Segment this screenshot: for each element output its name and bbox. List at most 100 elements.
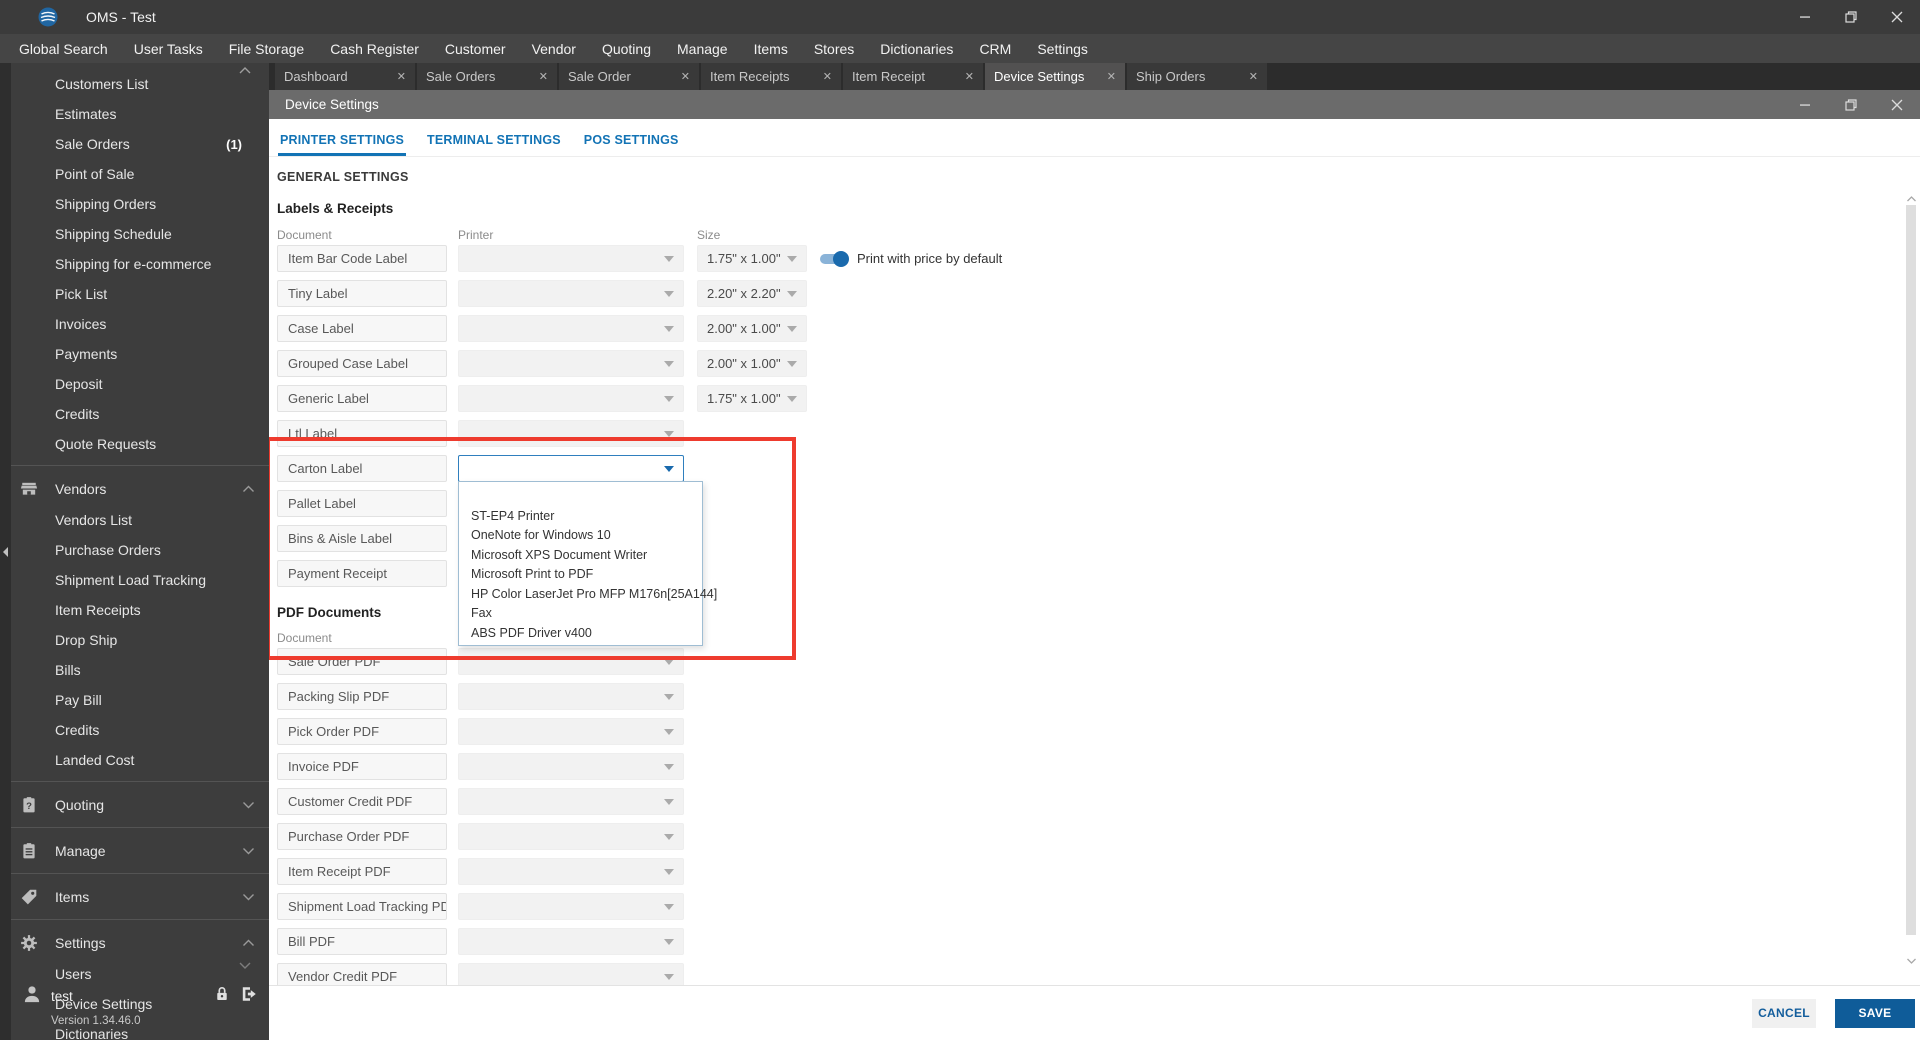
restore-icon[interactable]: [1828, 0, 1874, 34]
printer-dropdown[interactable]: [458, 788, 684, 815]
document-tab[interactable]: Item Receipt: [843, 63, 983, 90]
menu-item[interactable]: Global Search: [6, 34, 121, 63]
save-button[interactable]: SAVE: [1835, 998, 1915, 1028]
tab-close-icon[interactable]: [1249, 70, 1258, 83]
menu-item[interactable]: User Tasks: [121, 34, 216, 63]
sidebar-item[interactable]: Credits: [11, 399, 269, 429]
sidebar-item[interactable]: Settings: [11, 927, 269, 959]
size-dropdown[interactable]: 2.00" x 1.00": [697, 350, 807, 377]
logout-icon[interactable]: [240, 985, 258, 1008]
settings-tab[interactable]: PRINTER SETTINGS: [278, 133, 407, 156]
sidebar-collapse-rail[interactable]: [0, 63, 11, 1040]
menu-item[interactable]: Dictionaries: [867, 34, 966, 63]
tab-close-icon[interactable]: [1107, 70, 1116, 83]
size-dropdown[interactable]: 2.00" x 1.00": [697, 315, 807, 342]
cancel-button[interactable]: CANCEL: [1752, 998, 1816, 1028]
printer-dropdown[interactable]: [458, 858, 684, 885]
sidebar-item[interactable]: Manage: [11, 835, 269, 867]
sidebar-item[interactable]: Sale Orders (1): [11, 129, 269, 159]
document-tab[interactable]: Ship Orders: [1127, 63, 1267, 90]
size-dropdown[interactable]: 1.75" x 1.00": [697, 245, 807, 272]
collapse-left-icon[interactable]: [1, 545, 9, 563]
sidebar-item[interactable]: Payments: [11, 339, 269, 369]
sidebar-item[interactable]: ? Quoting: [11, 789, 269, 821]
panel-minimize-icon[interactable]: [1782, 90, 1828, 119]
printer-dropdown[interactable]: [458, 928, 684, 955]
sidebar-item[interactable]: Items: [11, 881, 269, 913]
dropdown-option[interactable]: Microsoft Print to PDF: [459, 565, 702, 585]
menu-item[interactable]: Cash Register: [317, 34, 432, 63]
sidebar-item[interactable]: Pay Bill: [11, 685, 269, 715]
size-dropdown[interactable]: 2.20" x 2.20": [697, 280, 807, 307]
lock-icon[interactable]: [213, 985, 231, 1008]
dropdown-option[interactable]: ABS PDF Driver v400: [459, 624, 702, 644]
tab-close-icon[interactable]: [539, 70, 548, 83]
sidebar-item[interactable]: Vendors: [11, 473, 269, 505]
sidebar-item[interactable]: Quote Requests: [11, 429, 269, 459]
tab-close-icon[interactable]: [965, 70, 974, 83]
sidebar-scroll-down-icon[interactable]: [238, 961, 252, 970]
printer-dropdown[interactable]: [458, 718, 684, 745]
sidebar-item[interactable]: Bills: [11, 655, 269, 685]
sidebar-item[interactable]: Vendors List: [11, 505, 269, 535]
sidebar-item[interactable]: Drop Ship: [11, 625, 269, 655]
size-dropdown[interactable]: 1.75" x 1.00": [697, 385, 807, 412]
menu-item[interactable]: Customer: [432, 34, 519, 63]
printer-dropdown[interactable]: [458, 823, 684, 850]
tab-close-icon[interactable]: [681, 70, 690, 83]
printer-dropdown[interactable]: [458, 753, 684, 780]
scroll-down-icon[interactable]: [1906, 952, 1917, 970]
sidebar-item[interactable]: Shipping Orders: [11, 189, 269, 219]
menu-item[interactable]: File Storage: [216, 34, 317, 63]
tab-close-icon[interactable]: [397, 70, 406, 83]
document-tab[interactable]: Sale Order: [559, 63, 699, 90]
document-tab[interactable]: Device Settings: [985, 63, 1125, 90]
menu-item[interactable]: Manage: [664, 34, 741, 63]
dropdown-option[interactable]: ST-EP4 Printer: [459, 507, 702, 527]
printer-dropdown[interactable]: [458, 683, 684, 710]
document-tab[interactable]: Sale Orders: [417, 63, 557, 90]
printer-dropdown[interactable]: [458, 315, 684, 342]
menu-item[interactable]: CRM: [966, 34, 1024, 63]
sidebar-item[interactable]: Customers List: [11, 69, 269, 99]
panel-restore-icon[interactable]: [1828, 90, 1874, 119]
scrollbar-thumb[interactable]: [1906, 205, 1916, 935]
sidebar-item[interactable]: Item Receipts: [11, 595, 269, 625]
sidebar-item[interactable]: Shipping Schedule: [11, 219, 269, 249]
sidebar-item[interactable]: Pick List: [11, 279, 269, 309]
printer-dropdown[interactable]: [458, 455, 684, 482]
dropdown-option[interactable]: OneNote for Windows 10: [459, 526, 702, 546]
document-tab[interactable]: Dashboard: [275, 63, 415, 90]
printer-dropdown[interactable]: [458, 648, 684, 675]
settings-tab[interactable]: TERMINAL SETTINGS: [425, 133, 563, 156]
tab-close-icon[interactable]: [823, 70, 832, 83]
menu-item[interactable]: Settings: [1024, 34, 1101, 63]
dropdown-option[interactable]: HP Color LaserJet Pro MFP M176n[25A144]: [459, 585, 717, 605]
menu-item[interactable]: Vendor: [519, 34, 589, 63]
printer-dropdown[interactable]: [458, 245, 684, 272]
printer-dropdown[interactable]: [458, 385, 684, 412]
sidebar-item[interactable]: Landed Cost: [11, 745, 269, 775]
printer-dropdown[interactable]: [458, 420, 684, 447]
sidebar-item[interactable]: Invoices: [11, 309, 269, 339]
menu-item[interactable]: Quoting: [589, 34, 664, 63]
sidebar-item[interactable]: Deposit: [11, 369, 269, 399]
minimize-icon[interactable]: [1782, 0, 1828, 34]
sidebar-item[interactable]: Point of Sale: [11, 159, 269, 189]
panel-close-icon[interactable]: [1874, 90, 1920, 119]
vertical-scrollbar[interactable]: [1906, 190, 1917, 970]
printer-dropdown[interactable]: [458, 280, 684, 307]
printer-dropdown[interactable]: [458, 893, 684, 920]
settings-tab[interactable]: POS SETTINGS: [582, 133, 681, 156]
dropdown-option[interactable]: Microsoft XPS Document Writer: [459, 546, 702, 566]
sidebar-item[interactable]: Shipment Load Tracking: [11, 565, 269, 595]
printer-dropdown[interactable]: [458, 350, 684, 377]
sidebar-item[interactable]: Credits: [11, 715, 269, 745]
document-tab[interactable]: Item Receipts: [701, 63, 841, 90]
print-price-toggle[interactable]: [820, 250, 849, 267]
close-icon[interactable]: [1874, 0, 1920, 34]
sidebar-item[interactable]: Estimates: [11, 99, 269, 129]
dropdown-option[interactable]: [459, 487, 702, 507]
menu-item[interactable]: Stores: [801, 34, 867, 63]
sidebar-item[interactable]: Shipping for e-commerce: [11, 249, 269, 279]
